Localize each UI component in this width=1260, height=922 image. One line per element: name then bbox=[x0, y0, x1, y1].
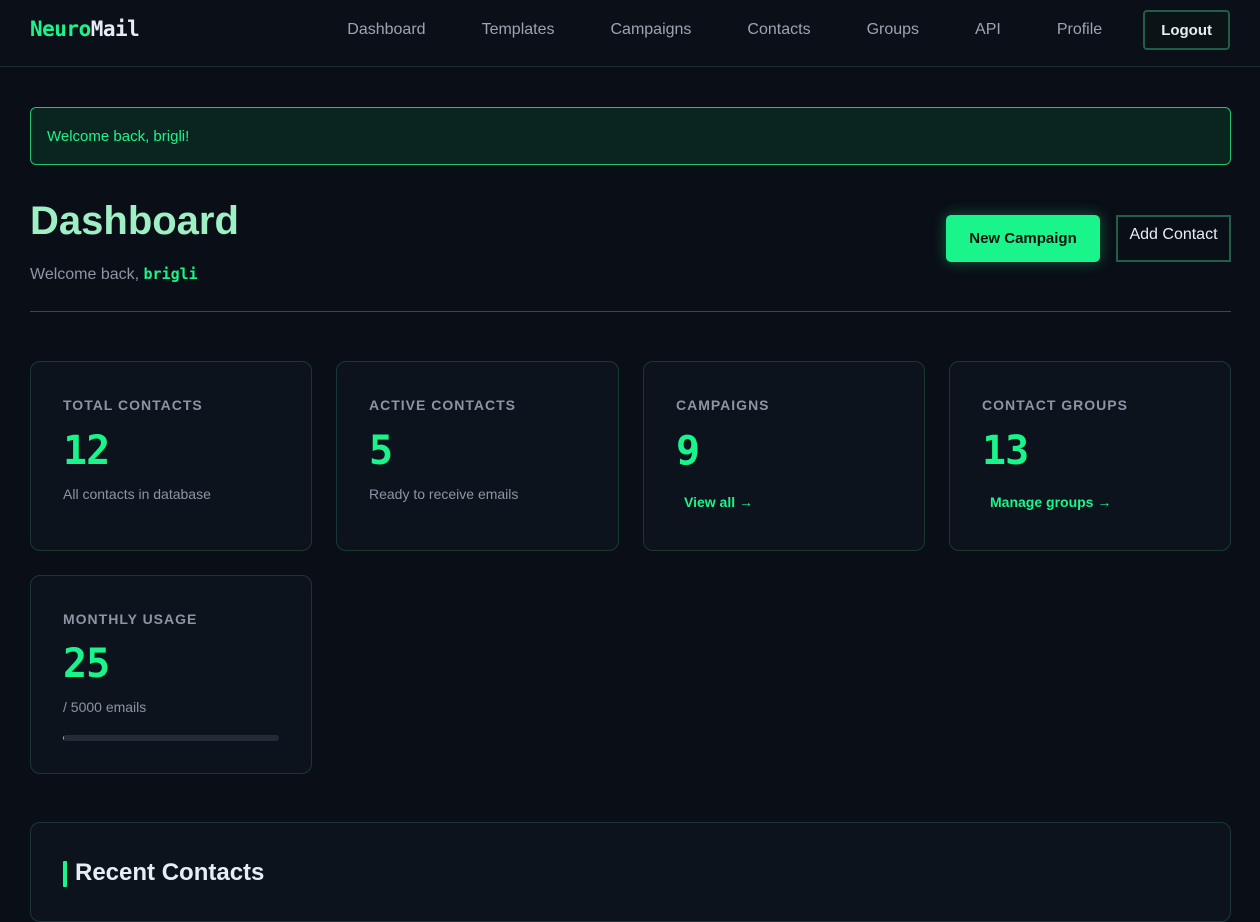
nav-link-groups[interactable]: Groups bbox=[867, 21, 919, 39]
welcome-alert: Welcome back, brigli! bbox=[30, 107, 1231, 165]
new-campaign-button[interactable]: New Campaign bbox=[946, 215, 1100, 262]
stat-subtitle: / 5000 emails bbox=[63, 699, 147, 715]
stat-card-monthly-usage: MONTHLY USAGE 25 / 5000 emails bbox=[30, 575, 312, 774]
stat-value: 9 bbox=[676, 428, 700, 474]
page-title: Dashboard bbox=[30, 199, 239, 243]
section-accent-bar bbox=[63, 861, 67, 887]
stat-value: 12 bbox=[63, 428, 110, 474]
stat-value: 13 bbox=[982, 428, 1029, 474]
stat-card-total-contacts: TOTAL CONTACTS 12 All contacts in databa… bbox=[30, 361, 312, 551]
stat-label: MONTHLY USAGE bbox=[63, 611, 198, 627]
stat-label: CAMPAIGNS bbox=[676, 397, 770, 413]
nav-link-api[interactable]: API bbox=[975, 21, 1001, 39]
stat-label: ACTIVE CONTACTS bbox=[369, 397, 516, 413]
recent-contacts-panel: Recent Contacts bbox=[30, 822, 1231, 922]
stat-card-active-contacts: ACTIVE CONTACTS 5 Ready to receive email… bbox=[336, 361, 619, 551]
welcome-username: brigli bbox=[143, 265, 198, 283]
logout-button[interactable]: Logout bbox=[1143, 10, 1230, 50]
nav-link-dashboard[interactable]: Dashboard bbox=[347, 21, 425, 39]
stat-card-contact-groups: CONTACT GROUPS 13 Manage groups → bbox=[949, 361, 1231, 551]
recent-contacts-title: Recent Contacts bbox=[75, 859, 265, 886]
nav-link-profile[interactable]: Profile bbox=[1057, 21, 1102, 39]
add-contact-button[interactable]: Add Contact bbox=[1116, 215, 1231, 262]
brand-logo[interactable]: NeuroMail bbox=[30, 17, 140, 41]
usage-progress-bar bbox=[63, 735, 279, 741]
stat-card-campaigns: CAMPAIGNS 9 View all → bbox=[643, 361, 925, 551]
stat-value: 25 bbox=[63, 641, 110, 687]
welcome-prefix: Welcome back, bbox=[30, 266, 140, 283]
manage-groups-link[interactable]: Manage groups → bbox=[990, 494, 1111, 510]
welcome-text: Welcome back, brigli bbox=[30, 265, 198, 284]
nav-link-contacts[interactable]: Contacts bbox=[747, 21, 810, 39]
view-all-campaigns-link[interactable]: View all → bbox=[684, 494, 753, 510]
brand-logo-part2: Mail bbox=[90, 17, 140, 41]
brand-logo-part1: Neuro bbox=[30, 17, 91, 41]
stat-subtitle: Ready to receive emails bbox=[369, 486, 519, 502]
stat-subtitle: All contacts in database bbox=[63, 486, 211, 502]
usage-progress-fill bbox=[63, 735, 65, 741]
stat-value: 5 bbox=[369, 428, 393, 474]
nav-link-templates[interactable]: Templates bbox=[482, 21, 555, 39]
stat-label: CONTACT GROUPS bbox=[982, 397, 1128, 413]
top-navbar: NeuroMail Dashboard Templates Campaigns … bbox=[0, 0, 1260, 67]
nav-links: Dashboard Templates Campaigns Contacts G… bbox=[347, 0, 1230, 60]
header-divider bbox=[30, 311, 1231, 312]
stat-label: TOTAL CONTACTS bbox=[63, 397, 203, 413]
nav-link-campaigns[interactable]: Campaigns bbox=[610, 21, 691, 39]
